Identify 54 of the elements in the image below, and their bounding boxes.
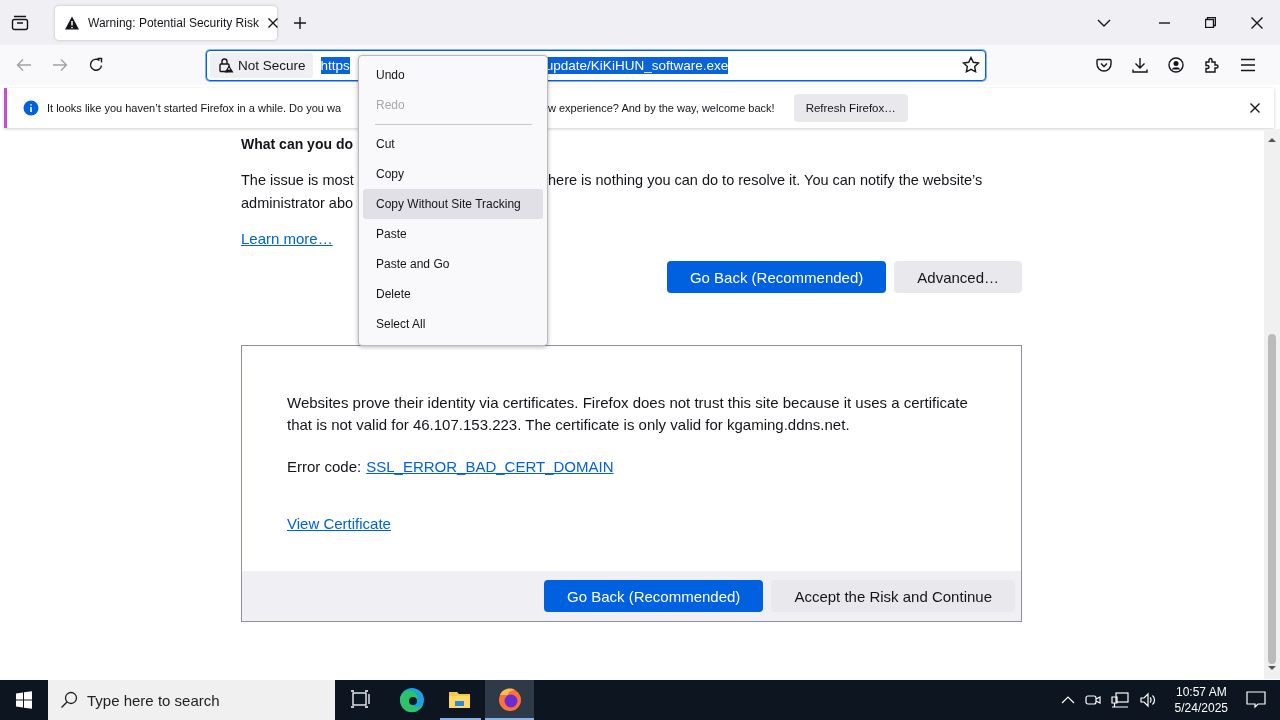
error-code-label: Error code:	[287, 458, 362, 475]
restore-icon[interactable]	[1205, 17, 1216, 28]
minimize-icon[interactable]	[1159, 21, 1170, 24]
menu-item[interactable]: Paste and Go	[363, 249, 543, 279]
notification-icon[interactable]	[1246, 691, 1266, 709]
firefox-icon[interactable]	[485, 680, 534, 720]
menu-item[interactable]: Copy	[363, 159, 543, 189]
tab-list-icon[interactable]	[11, 14, 29, 31]
download-icon[interactable]	[1132, 57, 1148, 73]
tab-list-chevron-icon[interactable]	[1097, 18, 1111, 27]
secondary-button[interactable]: Advanced…	[894, 261, 1022, 293]
menu-item[interactable]: Paste	[363, 219, 543, 249]
notification-text: w experience? And by the way, welcome back!	[548, 102, 775, 114]
warning-icon	[64, 14, 80, 31]
close-icon[interactable]	[1250, 103, 1260, 113]
tab-title: Warning: Potential Security Risk	[88, 15, 259, 30]
account-icon[interactable]	[1168, 57, 1184, 73]
section-heading: What can you do	[241, 135, 353, 154]
menu-item[interactable]: Select All	[363, 309, 543, 339]
taskbar-search-field[interactable]: Type here to search	[48, 680, 335, 720]
view-certificate-link[interactable]: View Certificate	[287, 515, 391, 532]
pocket-icon[interactable]	[1096, 57, 1112, 73]
reload-icon[interactable]	[88, 57, 104, 73]
close-icon[interactable]	[1251, 16, 1263, 29]
new-tab-icon[interactable]	[293, 15, 307, 30]
go-back-button[interactable]: Go Back (Recommended)	[666, 261, 887, 293]
security-indicator[interactable]: Not Secure	[210, 52, 313, 78]
camera-icon[interactable]	[1084, 692, 1101, 708]
go-back-button[interactable]: Go Back (Recommended)	[543, 580, 764, 612]
url-text: update/KiKiHUN_software.exe	[545, 56, 729, 74]
close-icon[interactable]	[266, 16, 279, 29]
star-icon[interactable]	[962, 56, 980, 74]
network-icon[interactable]	[1110, 692, 1129, 708]
speaker-icon[interactable]	[1138, 692, 1157, 708]
notification-text: It looks like you haven’t started Firefox in a while. Do you wa	[47, 102, 343, 114]
lock-warning-icon	[218, 57, 234, 73]
menu-item[interactable]: Delete	[363, 279, 543, 309]
certificate-explanation: Websites prove their identity via certificates. Firefox does not trust this site because it uses a certificate that is not valid for 46.107.153.223. The certificate is only valid for kgaming.ddns.net.	[287, 393, 969, 435]
paragraph-text: here is nothing you can do to resolve it. You can notify the website’s	[548, 171, 983, 190]
info-icon	[23, 100, 39, 116]
menu-icon[interactable]	[1240, 58, 1256, 72]
paragraph-text: The issue is most	[241, 171, 355, 190]
error-code-link[interactable]: SSL_ERROR_BAD_CERT_DOMAIN	[366, 458, 614, 475]
taskbar-clock[interactable]: 10:57 AM 5/24/2025	[1166, 684, 1236, 716]
paragraph-text: administrator abo	[241, 194, 355, 213]
learn-more-link[interactable]: Learn more…	[241, 229, 333, 249]
browser-tab[interactable]: Warning: Potential Security Risk	[55, 5, 277, 40]
puzzle-piece-icon[interactable]	[1204, 57, 1220, 73]
url-text: https	[320, 56, 350, 74]
menu-item[interactable]: Cut	[363, 129, 543, 159]
chevron-up-icon[interactable]	[1060, 696, 1075, 704]
menu-item[interactable]: Copy Without Site Tracking	[363, 189, 543, 219]
secondary-button[interactable]: Accept the Risk and Continue	[771, 580, 1015, 612]
refresh-button[interactable]: Refresh Firefox…	[793, 94, 908, 122]
